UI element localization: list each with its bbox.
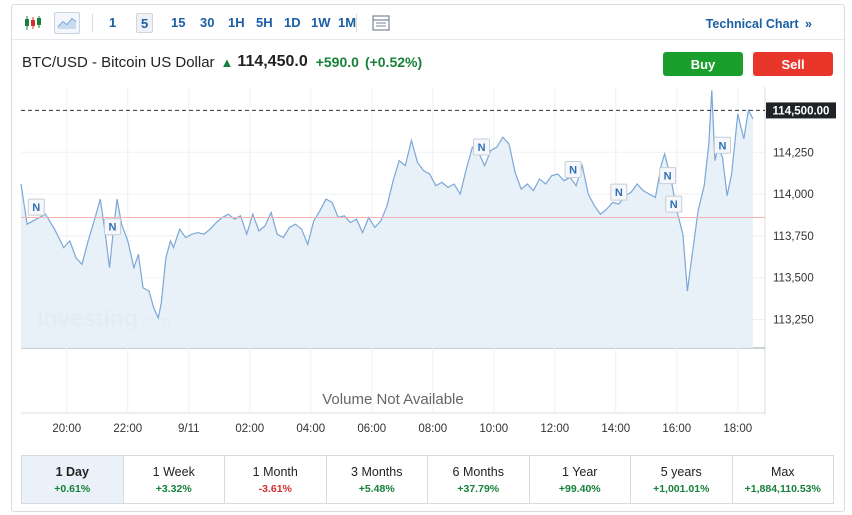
period-label: 1 Year [562, 464, 598, 479]
news-marker[interactable]: N [473, 138, 491, 156]
y-tick-label: 113,250 [773, 315, 814, 327]
period-1-month[interactable]: 1 Month -3.61% [225, 456, 327, 503]
period-performance-bar: 1 Day +0.61% 1 Week +3.32% 1 Month -3.61% 3 Mo… [21, 455, 834, 504]
period-change: +1,001.01% [653, 482, 710, 495]
period-change: +5.48% [358, 482, 395, 495]
news-marker-label: N [670, 199, 678, 211]
news-marker-label: N [32, 202, 40, 214]
volume-not-available-text: Volume Not Available [322, 391, 463, 408]
period-1-day[interactable]: 1 Day +0.61% [22, 456, 124, 503]
y-tick-label: 114,250 [773, 147, 814, 159]
x-tick-label: 10:00 [479, 423, 508, 435]
period-max[interactable]: Max +1,884,110.53% [732, 456, 833, 503]
news-marker[interactable]: N [665, 195, 683, 213]
price-area-fill [21, 90, 753, 349]
period-5-years[interactable]: 5 years +1,001.01% [631, 456, 733, 503]
period-change: +99.40% [558, 482, 601, 495]
period-change: -3.61% [258, 482, 292, 495]
price-chart: Investing.com114,500.00114,250114,000113… [0, 0, 852, 515]
x-tick-label: 08:00 [418, 423, 447, 435]
period-change: +3.32% [155, 482, 192, 495]
x-tick-label: 04:00 [296, 423, 325, 435]
x-tick-label: 22:00 [113, 423, 142, 435]
news-marker[interactable]: N [714, 136, 731, 154]
news-marker-label: N [109, 222, 117, 234]
news-marker-label: N [478, 142, 486, 154]
period-1-week[interactable]: 1 Week +3.32% [123, 456, 225, 503]
x-tick-label: 06:00 [357, 423, 386, 435]
news-marker-label: N [719, 140, 727, 152]
period-label: Max [770, 464, 795, 479]
news-marker[interactable]: N [104, 218, 121, 236]
period-label: 1 Day [55, 464, 89, 479]
period-label: 1 Month [252, 464, 298, 479]
period-change: +0.61% [54, 482, 91, 495]
news-marker-label: N [569, 165, 577, 177]
x-tick-label: 02:00 [235, 423, 264, 435]
price-chart-svg[interactable]: Investing.com114,500.00114,250114,000113… [0, 0, 852, 515]
period-change: +1,884,110.53% [744, 482, 821, 495]
x-tick-label: 9/11 [178, 423, 200, 435]
period-3-months[interactable]: 3 Months +5.48% [326, 456, 428, 503]
current-price-label: 114,500.00 [773, 105, 830, 117]
x-tick-label: 12:00 [540, 423, 569, 435]
period-label: 1 Week [152, 464, 195, 479]
period-6-months[interactable]: 6 Months +37.79% [428, 456, 530, 503]
x-tick-label: 20:00 [52, 423, 81, 435]
y-tick-label: 114,000 [773, 189, 814, 201]
x-tick-label: 18:00 [723, 423, 752, 435]
period-label: 6 Months [452, 464, 504, 479]
news-marker[interactable]: N [659, 167, 677, 185]
x-tick-label: 16:00 [662, 423, 691, 435]
x-tick-label: 14:00 [601, 423, 630, 435]
y-tick-label: 113,500 [773, 273, 814, 285]
period-label: 3 Months [351, 464, 403, 479]
news-marker[interactable]: N [564, 161, 582, 179]
period-label: 5 years [660, 464, 702, 479]
news-marker[interactable]: N [610, 183, 628, 201]
news-marker-label: N [615, 187, 623, 199]
period-1-year[interactable]: 1 Year +99.40% [529, 456, 631, 503]
news-marker-label: N [664, 171, 672, 183]
news-marker[interactable]: N [27, 198, 45, 216]
y-tick-label: 113,750 [773, 231, 814, 243]
period-change: +37.79% [457, 482, 500, 495]
